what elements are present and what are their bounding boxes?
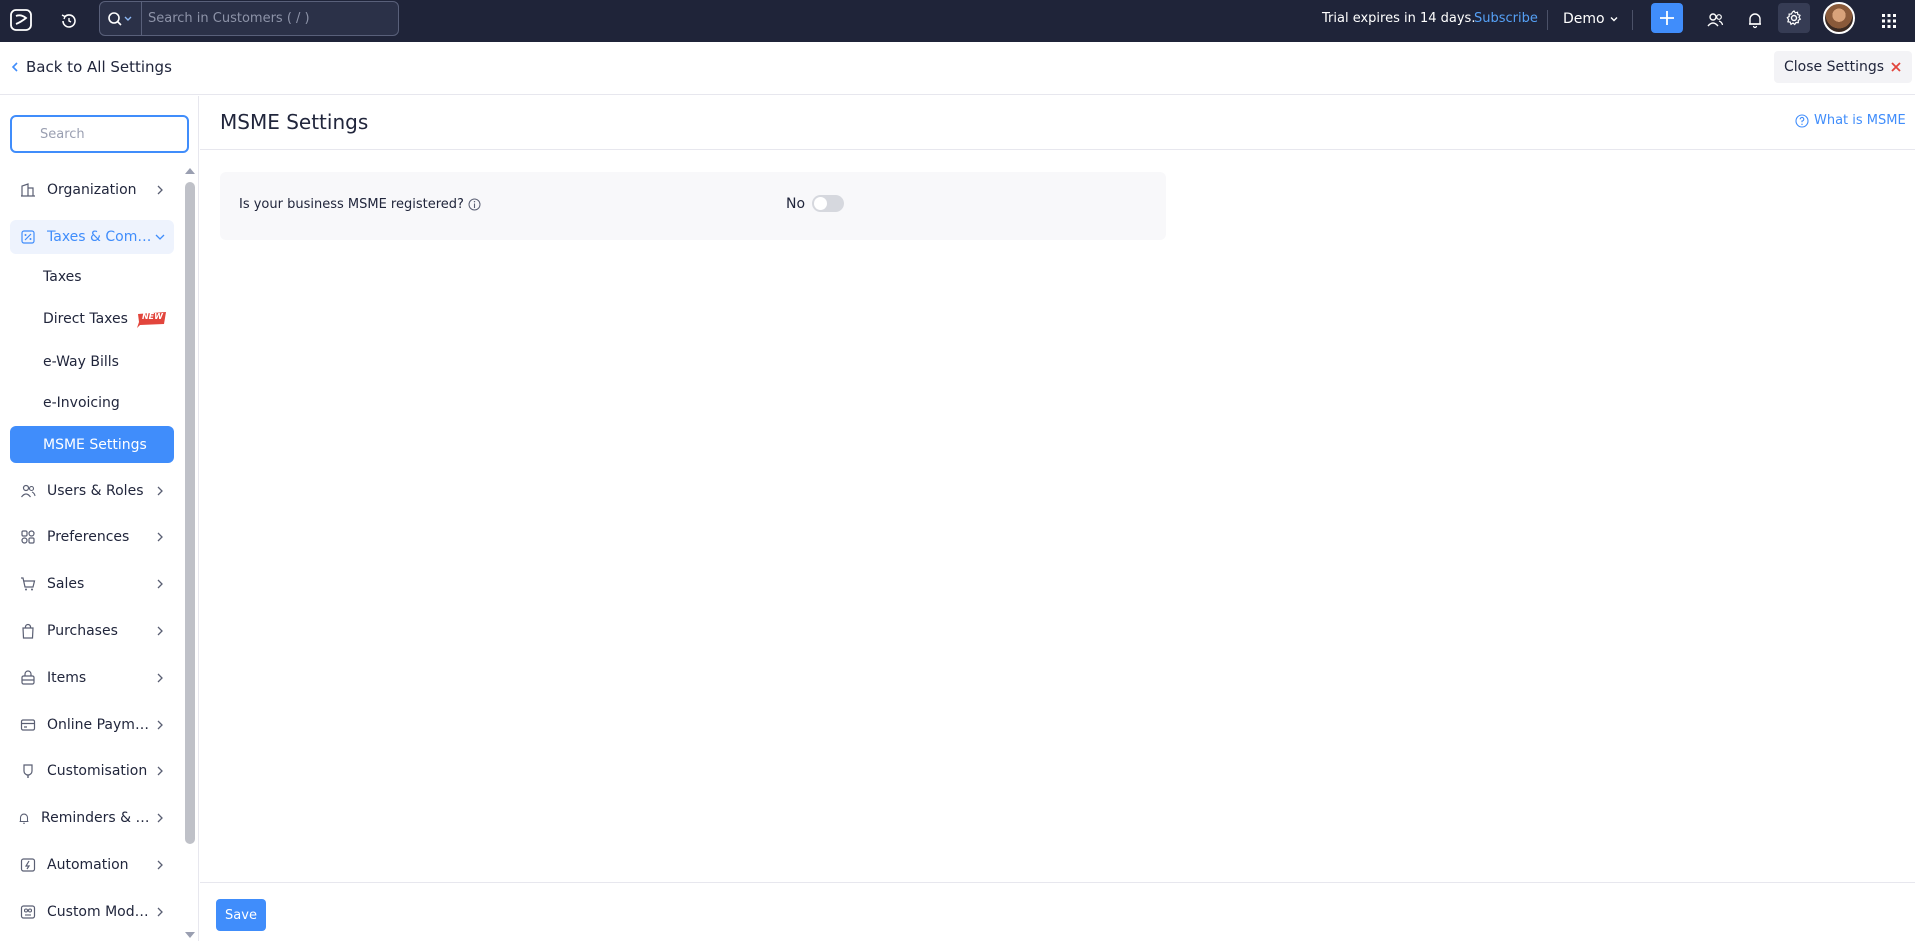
page-title: MSME Settings bbox=[220, 110, 369, 134]
chevron-right-icon bbox=[152, 185, 168, 195]
close-icon bbox=[1891, 62, 1901, 72]
global-search[interactable]: Search in Customers ( / ) bbox=[99, 1, 399, 36]
scroll-thumb[interactable] bbox=[185, 182, 195, 844]
user-avatar[interactable] bbox=[1823, 2, 1855, 34]
help-circle-icon bbox=[1795, 113, 1809, 128]
sidebar-item-sales[interactable]: Sales bbox=[10, 567, 174, 601]
basket-icon bbox=[18, 668, 38, 688]
chevron-down-icon bbox=[152, 233, 168, 241]
back-label: Back to All Settings bbox=[26, 58, 172, 76]
settings-sidebar: Search Organization Taxes & Complia... T… bbox=[0, 96, 199, 941]
sidebar-subitem-msme-settings[interactable]: MSME Settings bbox=[10, 426, 174, 463]
help-label: What is MSME bbox=[1814, 113, 1906, 128]
chevron-right-icon bbox=[152, 626, 168, 636]
sidebar-item-taxes-compliance[interactable]: Taxes & Complia... bbox=[10, 220, 174, 254]
settings-gear-button[interactable] bbox=[1778, 3, 1810, 33]
info-icon[interactable] bbox=[468, 198, 481, 211]
bag-icon bbox=[18, 621, 38, 641]
brush-icon bbox=[18, 761, 38, 781]
sidebar-item-purchases[interactable]: Purchases bbox=[10, 614, 174, 648]
sidebar-item-items[interactable]: Items bbox=[10, 661, 174, 695]
app-launcher-grid-icon[interactable] bbox=[1874, 6, 1904, 36]
trial-status: Trial expires in 14 days. bbox=[1322, 11, 1476, 26]
scroll-down-arrow-icon[interactable] bbox=[185, 932, 195, 938]
sidebar-item-custom-modules[interactable]: Custom Modules bbox=[10, 895, 174, 929]
msme-registered-toggle[interactable] bbox=[812, 195, 844, 212]
chevron-right-icon bbox=[152, 673, 168, 683]
footer-bar: Save bbox=[200, 882, 1915, 941]
sidebar-item-reminders-notifications[interactable]: Reminders & Noti... bbox=[10, 801, 174, 835]
preferences-icon bbox=[18, 527, 38, 547]
org-switcher[interactable]: Demo bbox=[1563, 11, 1620, 27]
settings-header: Back to All Settings Close Settings bbox=[0, 42, 1915, 95]
close-settings-button[interactable]: Close Settings bbox=[1774, 51, 1913, 83]
what-is-msme-link[interactable]: What is MSME bbox=[1795, 113, 1906, 128]
chevron-right-icon bbox=[152, 813, 168, 823]
chevron-right-icon bbox=[152, 860, 168, 870]
top-bar: Search in Customers ( / ) Trial expires … bbox=[0, 0, 1915, 42]
sidebar-item-online-payments[interactable]: Online Payments bbox=[10, 708, 174, 742]
divider bbox=[200, 149, 1915, 150]
divider bbox=[1547, 10, 1548, 30]
sidebar-subitem-e-invoicing[interactable]: e-Invoicing bbox=[10, 386, 174, 420]
sidebar-item-preferences[interactable]: Preferences bbox=[10, 520, 174, 554]
sidebar-subitem-taxes[interactable]: Taxes bbox=[10, 260, 174, 294]
sidebar-subitem-eway-bills[interactable]: e-Way Bills bbox=[10, 345, 174, 379]
app-logo-icon[interactable] bbox=[6, 5, 36, 35]
msme-question-label: Is your business MSME registered? bbox=[239, 197, 481, 212]
subscribe-link[interactable]: Subscribe bbox=[1474, 11, 1538, 26]
bell-icon bbox=[14, 808, 34, 828]
gear-icon bbox=[1786, 10, 1802, 26]
plus-icon bbox=[1660, 11, 1674, 25]
back-to-settings-link[interactable]: Back to All Settings bbox=[10, 58, 172, 76]
toggle-knob bbox=[814, 197, 827, 210]
chevron-right-icon bbox=[152, 720, 168, 730]
taxes-icon bbox=[18, 227, 38, 247]
users-icon bbox=[18, 481, 38, 501]
card-icon bbox=[18, 715, 38, 735]
users-switch-icon[interactable] bbox=[1700, 5, 1730, 35]
settings-search-input[interactable]: Search bbox=[10, 115, 189, 153]
sidebar-item-organization[interactable]: Organization bbox=[10, 173, 174, 207]
scroll-up-arrow-icon[interactable] bbox=[185, 168, 195, 174]
chevron-right-icon bbox=[152, 907, 168, 917]
chevron-left-icon bbox=[11, 62, 18, 72]
chevron-right-icon bbox=[152, 532, 168, 542]
search-scope-dropdown[interactable] bbox=[100, 2, 142, 35]
close-settings-label: Close Settings bbox=[1784, 59, 1885, 75]
chevron-right-icon bbox=[152, 579, 168, 589]
quick-create-button[interactable] bbox=[1651, 3, 1683, 33]
sidebar-item-automation[interactable]: Automation bbox=[10, 848, 174, 882]
global-search-input[interactable]: Search in Customers ( / ) bbox=[142, 11, 310, 26]
notifications-bell-icon[interactable] bbox=[1740, 5, 1770, 35]
save-button[interactable]: Save bbox=[216, 899, 266, 931]
sidebar-scrollbar[interactable] bbox=[185, 168, 195, 938]
cart-icon bbox=[18, 574, 38, 594]
sidebar-item-customisation[interactable]: Customisation bbox=[10, 754, 174, 788]
sidebar-subitem-direct-taxes[interactable]: Direct Taxes NEW bbox=[10, 302, 174, 336]
modules-icon bbox=[18, 902, 38, 922]
new-badge: NEW bbox=[136, 310, 168, 328]
msme-toggle-value: No bbox=[786, 196, 806, 212]
chevron-down-icon bbox=[1610, 17, 1618, 22]
bolt-icon bbox=[18, 855, 38, 875]
organization-icon bbox=[18, 180, 38, 200]
sidebar-item-users-roles[interactable]: Users & Roles bbox=[10, 474, 174, 508]
recent-history-icon[interactable] bbox=[54, 6, 84, 36]
msme-registration-card: Is your business MSME registered? No bbox=[220, 172, 1166, 240]
divider bbox=[1632, 10, 1633, 30]
chevron-right-icon bbox=[152, 486, 168, 496]
chevron-right-icon bbox=[152, 766, 168, 776]
org-name: Demo bbox=[1563, 11, 1605, 27]
